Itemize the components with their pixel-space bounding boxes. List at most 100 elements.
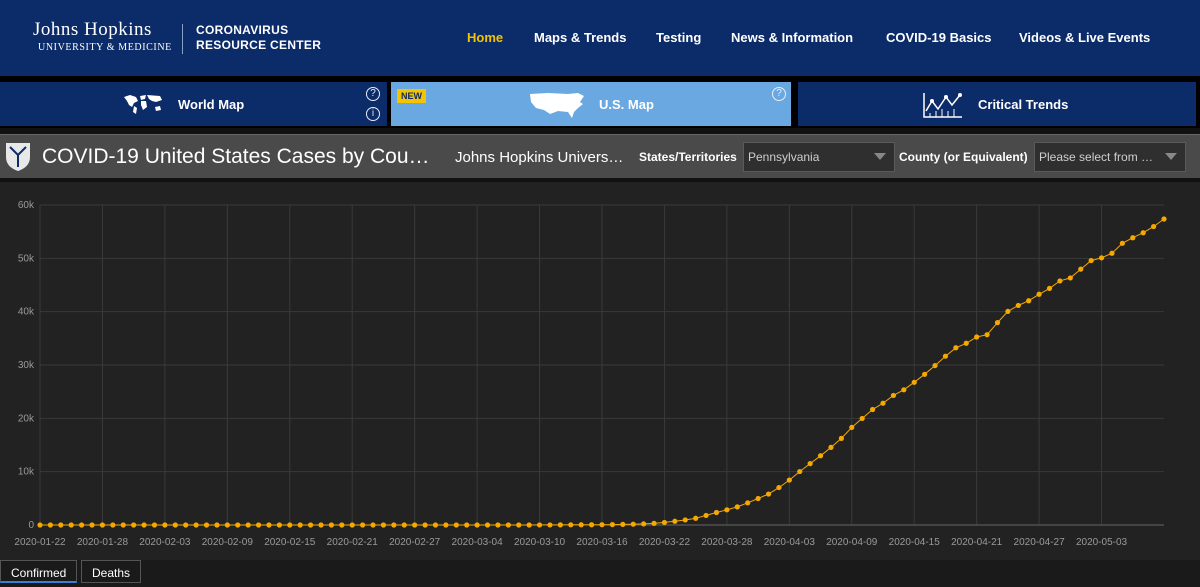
data-point (120, 522, 126, 528)
y-tick-label: 20k (18, 413, 35, 424)
data-point (1119, 240, 1125, 246)
data-point (360, 522, 366, 528)
data-point (422, 522, 428, 528)
x-tick-label: 2020-03-10 (514, 537, 566, 548)
dashboard-subtitle: Johns Hopkins Univers… (455, 149, 624, 166)
site-name-line2: RESOURCE CENTER (196, 38, 322, 52)
data-point (734, 504, 740, 510)
jhu-logo[interactable]: Johns Hopkins UNIVERSITY & MEDICINE (33, 20, 172, 54)
data-point (172, 522, 178, 528)
y-tick-label: 10k (18, 467, 35, 478)
data-point (224, 522, 230, 528)
data-point (693, 515, 699, 521)
data-point (58, 522, 64, 528)
data-point (245, 522, 251, 528)
logo-sub-text: UNIVERSITY & MEDICINE (38, 42, 172, 53)
nav-maps-trends[interactable]: Maps & Trends (534, 30, 626, 45)
x-tick-label: 2020-03-16 (576, 537, 628, 548)
tab-confirmed[interactable]: Confirmed (0, 560, 78, 583)
nav-videos-live-events[interactable]: Videos & Live Events (1019, 30, 1150, 45)
x-tick-label: 2020-03-04 (452, 537, 504, 548)
data-point (464, 522, 470, 528)
data-point (890, 392, 897, 399)
data-point (776, 484, 782, 491)
data-point (682, 517, 688, 523)
data-point (37, 522, 43, 528)
data-point (516, 522, 522, 528)
data-point (713, 509, 720, 516)
tab-us-map[interactable]: NEW U.S. Map ? (391, 82, 791, 126)
data-point (68, 522, 74, 528)
cases-chart-panel: 0 10k 20k 30k 40k 50k 60k 2020-01-22 2020-01-28 2… (0, 182, 1200, 560)
data-point (214, 522, 220, 528)
data-point (578, 522, 584, 528)
nav-covid-basics[interactable]: COVID-19 Basics (886, 30, 992, 45)
tab-deaths[interactable]: Deaths (81, 560, 142, 583)
nav-news-information[interactable]: News & Information (731, 30, 853, 45)
data-point (901, 387, 907, 393)
data-point (151, 522, 158, 528)
x-tick-label: 2020-03-22 (639, 537, 691, 548)
data-point (1078, 266, 1084, 272)
x-tick-label: 2020-02-09 (202, 537, 254, 548)
data-point (131, 522, 137, 528)
data-point (1036, 291, 1042, 297)
data-point (380, 522, 387, 528)
data-point (817, 453, 824, 459)
data-point (953, 345, 959, 351)
world-map-icon (124, 95, 162, 114)
y-tick-label: 60k (18, 200, 35, 211)
data-point (443, 522, 449, 528)
data-point (474, 522, 480, 528)
x-tick-label: 2020-04-27 (1014, 537, 1066, 548)
data-point (932, 362, 938, 369)
site-name-line1: CORONAVIRUS (196, 23, 289, 37)
data-point (1067, 275, 1073, 281)
data-point (183, 522, 189, 528)
data-point (859, 415, 865, 422)
data-point (568, 522, 574, 528)
nav-testing[interactable]: Testing (656, 30, 701, 45)
data-point (911, 379, 917, 385)
data-point (963, 340, 969, 346)
county-select[interactable]: Please select from … (1034, 142, 1186, 172)
tab-world-map[interactable]: World Map ? i (0, 82, 387, 126)
data-point (547, 522, 553, 528)
data-point (557, 522, 563, 528)
data-point (1046, 285, 1053, 291)
data-point (266, 522, 272, 528)
chevron-down-icon (874, 153, 886, 160)
data-point (974, 334, 980, 340)
county-label: County (or Equivalent) (899, 150, 1028, 164)
x-tick-label: 2020-02-27 (389, 537, 441, 548)
x-tick-label: 2020-03-28 (701, 537, 753, 548)
help-icon[interactable]: ? (366, 87, 380, 101)
data-point (661, 519, 668, 526)
info-icon[interactable]: i (366, 107, 380, 121)
help-icon[interactable]: ? (772, 87, 786, 101)
data-point (328, 522, 335, 528)
data-point (1140, 230, 1146, 236)
data-point (651, 520, 657, 526)
data-point (505, 522, 511, 528)
x-tick-label: 2020-04-09 (826, 537, 878, 548)
data-point (89, 522, 95, 528)
data-point (99, 522, 106, 528)
data-point (641, 521, 647, 527)
state-select[interactable]: Pennsylvania (743, 142, 895, 172)
data-point (942, 353, 949, 359)
data-point (339, 522, 345, 528)
data-point (193, 522, 199, 528)
data-point (599, 522, 605, 528)
jhu-shield-icon (6, 143, 30, 171)
tab-critical-trends[interactable]: Critical Trends (798, 82, 1196, 126)
nav-home[interactable]: Home (467, 30, 503, 45)
y-tick-label: 30k (18, 360, 35, 371)
data-point (1130, 235, 1136, 241)
data-point (838, 435, 844, 441)
site-name[interactable]: CORONAVIRUS RESOURCE CENTER (196, 23, 321, 53)
x-tick-label: 2020-04-21 (951, 537, 1003, 548)
data-point (391, 522, 397, 528)
data-point (349, 522, 355, 528)
tab-world-map-label: World Map (178, 97, 245, 112)
